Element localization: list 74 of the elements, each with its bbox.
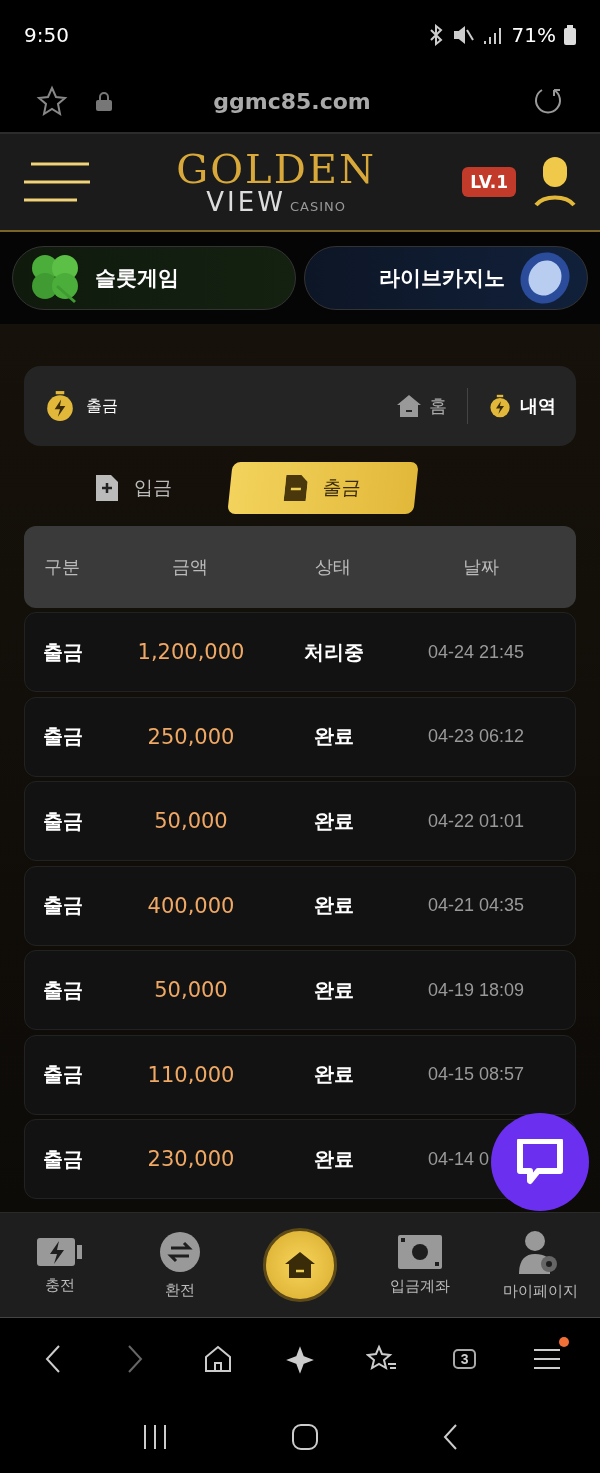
battery-percent: 71% [511,23,556,47]
table-cell-text: 완료 [313,976,355,1004]
banner-label: 슬롯게임 [95,265,179,292]
nav-item[interactable]: 환전 [120,1229,240,1301]
document-minus-icon [283,475,309,501]
table-cell-text: 완료 [313,892,355,919]
table-cell-text: 110,000 [146,1062,236,1087]
user-icon[interactable] [534,157,576,207]
game-banner[interactable]: 라이브카지노 [304,246,588,310]
cash-icon [398,1234,442,1269]
table-cell-text: 출금 [42,723,84,750]
logo-text: VIEW [206,189,286,215]
table-cell-text: 출금 [42,976,84,1004]
tabs-button[interactable]: 3 [440,1335,489,1383]
table-cell-text: 04-14 0 [427,1148,491,1170]
logo-text: GOLDEN [176,149,376,189]
stopwatch-icon [488,394,512,418]
table-cell-text: 250,000 [146,724,236,749]
poker-chip-icon [517,250,573,306]
home-icon [202,1344,233,1374]
house-icon [285,1252,315,1278]
table-cell-text: 04-22 01:01 [427,810,526,832]
history-link[interactable]: 내역 [488,394,556,418]
table-cell-text: 04-15 08:57 [427,1064,526,1085]
page-title: 출금 [86,395,119,417]
column-header: 날짜 [462,555,500,579]
table-cell-text: 처리중 [303,638,365,666]
document-plus-icon [96,475,118,501]
table-cell-text: 04-24 21:45 [427,641,526,663]
chat-bubble-icon [516,1139,564,1185]
table-cell-text: 완료 [313,807,355,835]
table-cell-text: 400,000 [146,893,236,918]
lock-icon [96,91,112,111]
menu-icon [532,1347,561,1371]
bluetooth-icon [427,24,444,46]
clock-time: 9:50 [24,23,69,47]
table-cell-text: 출금 [42,1061,84,1088]
table-cell-text: 1,200,000 [136,640,246,664]
table-cell-text: 230,000 [146,1147,236,1171]
game-banner[interactable]: 슬롯게임 [12,246,296,310]
url-text[interactable]: ggmc85.com [140,88,444,114]
table-cell-text: 50,000 [153,809,229,833]
exchange-arrows-icon [159,1230,201,1273]
battery-icon [564,25,576,45]
table-cell-text: 04-23 06:12 [427,726,526,747]
table-cell-text: 04-21 04:35 [427,895,526,916]
column-header: 구분 [43,555,81,579]
table-cell-text: 완료 [313,723,355,750]
column-header: 상태 [314,555,352,579]
column-header: 금액 [171,555,209,579]
table-cell-text: 50,000 [153,978,229,1002]
table-cell-text: 완료 [313,1145,355,1173]
table-cell-text: 출금 [42,1145,84,1173]
home-link[interactable]: 홈 [397,394,447,418]
table-cell-text: 출금 [42,892,84,919]
nav-item[interactable]: 입금계좌 [360,1233,480,1297]
mute-icon [451,24,474,46]
level-badge: LV.1 [462,167,516,197]
battery-charge-icon [37,1235,83,1268]
table-cell-text: 출금 [42,807,84,835]
menu-icon[interactable] [24,160,90,204]
nav-item[interactable]: 마이페이지 [480,1228,600,1302]
stopwatch-icon [44,390,76,422]
logo-text: CASINO [289,200,346,213]
table-cell-text: 완료 [313,1061,355,1088]
banner-label: 라이브카지노 [379,265,505,292]
table-cell-text: 출금 [42,638,84,666]
bookmark-star-icon [36,85,68,117]
tab[interactable]: 출금 [227,462,419,514]
house-icon [397,395,421,417]
tab[interactable]: 입금 [64,462,204,514]
table-cell-text: 04-19 18:09 [427,979,526,1001]
sparkle-icon [285,1344,315,1374]
nav-item[interactable]: 충전 [0,1234,120,1296]
